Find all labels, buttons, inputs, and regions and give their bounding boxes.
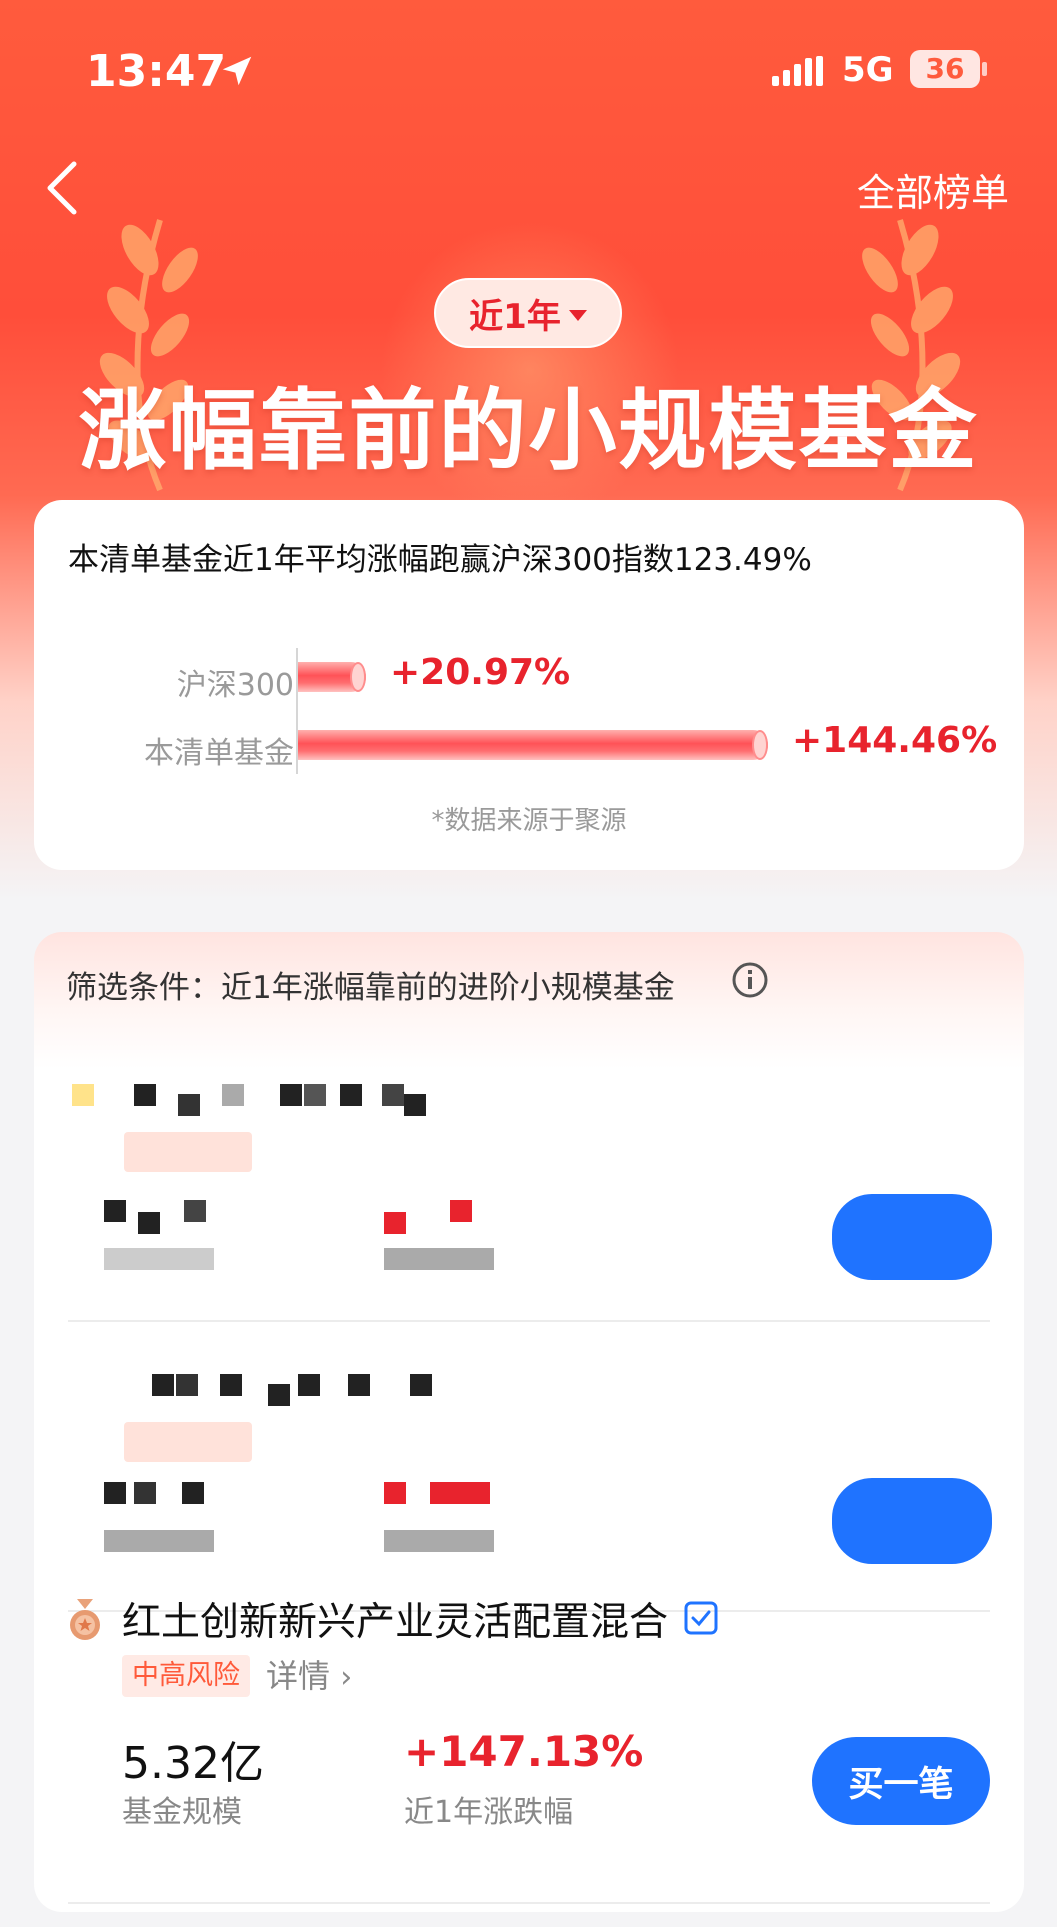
bar-fund bbox=[298, 730, 768, 760]
fund-detail-link[interactable]: 详情 › bbox=[266, 1655, 352, 1699]
fund-row-pixelated[interactable] bbox=[34, 1072, 1024, 1312]
bar-end-cap bbox=[350, 662, 366, 692]
chevron-right-icon: › bbox=[340, 1660, 353, 1695]
all-rankings-link[interactable]: 全部榜单 bbox=[857, 162, 1009, 217]
fund-name[interactable]: 红土创新新兴产业灵活配置混合 bbox=[122, 1591, 668, 1647]
fund-scale-label: 基金规模 bbox=[122, 1795, 242, 1830]
fund-list-card: 筛选条件：近1年涨幅靠前的进阶小规模基金 红土创新新兴产业灵活配置混合 中高风险… bbox=[34, 932, 1024, 1912]
data-source-note: *数据来源于聚源 bbox=[431, 806, 627, 836]
verified-check-icon bbox=[684, 1601, 718, 1635]
risk-level-badge: 中高风险 bbox=[122, 1655, 250, 1697]
bar-value-fund: +144.46% bbox=[792, 720, 998, 761]
battery-cap bbox=[982, 62, 987, 76]
bar-end-cap bbox=[752, 730, 768, 760]
bar-value-index: +20.97% bbox=[390, 652, 571, 693]
bar-label-fund: 本清单基金 bbox=[144, 736, 294, 771]
page-title: 涨幅靠前的小规模基金 bbox=[78, 379, 979, 482]
status-bar: 13:47 5G 36 bbox=[0, 0, 1057, 140]
back-chevron-icon[interactable] bbox=[40, 158, 84, 218]
signal-icon bbox=[772, 56, 823, 86]
buy-button[interactable]: 买一笔 bbox=[812, 1737, 990, 1825]
fund-return-label: 近1年涨跌幅 bbox=[404, 1795, 574, 1830]
detail-label: 详情 bbox=[266, 1657, 331, 1695]
row-divider bbox=[68, 1320, 990, 1322]
pixelated-buy-button[interactable] bbox=[832, 1194, 992, 1280]
pixelated-buy-button[interactable] bbox=[832, 1478, 992, 1564]
fund-row[interactable]: 红土创新新兴产业灵活配置混合 中高风险 详情 › 5.32亿 基金规模 +147… bbox=[34, 1587, 1024, 1887]
bar-label-index: 沪深300 bbox=[176, 668, 294, 703]
filter-condition: 筛选条件：近1年涨幅靠前的进阶小规模基金 bbox=[66, 970, 675, 1006]
fund-return-value: +147.13% bbox=[404, 1727, 644, 1776]
info-icon[interactable] bbox=[730, 960, 770, 1000]
fund-scale-value: 5.32亿 bbox=[122, 1738, 264, 1789]
summary-text: 本清单基金近1年平均涨幅跑赢沪深300指数123.49% bbox=[68, 542, 812, 578]
bronze-medal-icon bbox=[70, 1599, 100, 1640]
battery-level: 36 bbox=[910, 50, 980, 88]
summary-card: 本清单基金近1年平均涨幅跑赢沪深300指数123.49% 沪深300 +20.9… bbox=[34, 500, 1024, 870]
status-time: 13:47 bbox=[86, 46, 227, 97]
row-divider bbox=[68, 1902, 990, 1904]
network-type: 5G bbox=[842, 50, 894, 90]
period-selector[interactable]: 近1年 bbox=[434, 278, 622, 348]
bar-index bbox=[298, 662, 366, 692]
location-arrow-icon bbox=[222, 56, 252, 86]
pixelated-risk-tag bbox=[124, 1422, 252, 1462]
period-label: 近1年 bbox=[469, 296, 561, 337]
fund-row-pixelated[interactable] bbox=[34, 1362, 1024, 1592]
pixelated-risk-tag bbox=[124, 1132, 252, 1172]
caret-down-icon bbox=[568, 309, 587, 321]
